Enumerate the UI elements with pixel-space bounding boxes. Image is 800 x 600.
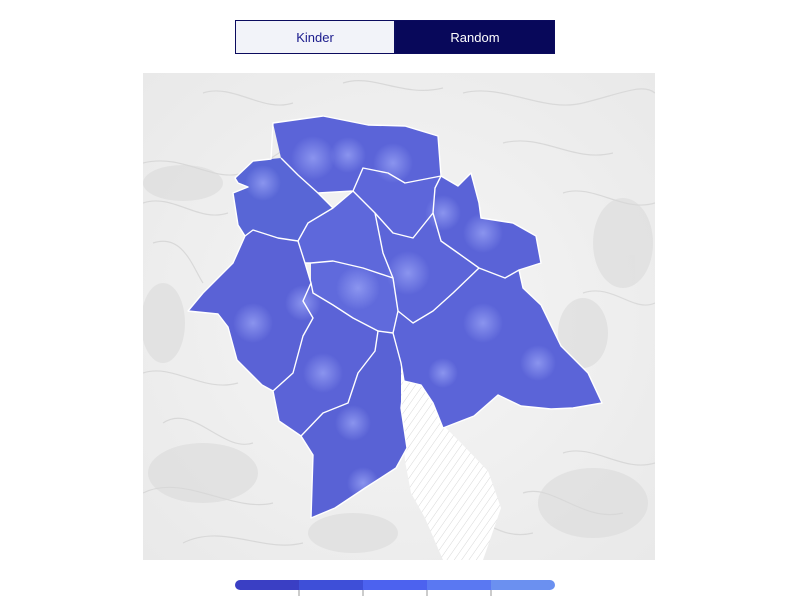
random-toggle-button[interactable]: Random (395, 20, 555, 54)
legend-segment (299, 580, 364, 590)
map-svg (143, 73, 655, 560)
legend-bar (235, 580, 555, 596)
city-map (143, 73, 655, 560)
mode-toggle: Kinder Random (235, 20, 555, 54)
color-legend (235, 580, 555, 600)
kinder-toggle-button[interactable]: Kinder (235, 20, 395, 54)
legend-segment (363, 580, 428, 590)
legend-segment (427, 580, 492, 590)
legend-segment (235, 580, 300, 590)
legend-segment (491, 580, 555, 590)
